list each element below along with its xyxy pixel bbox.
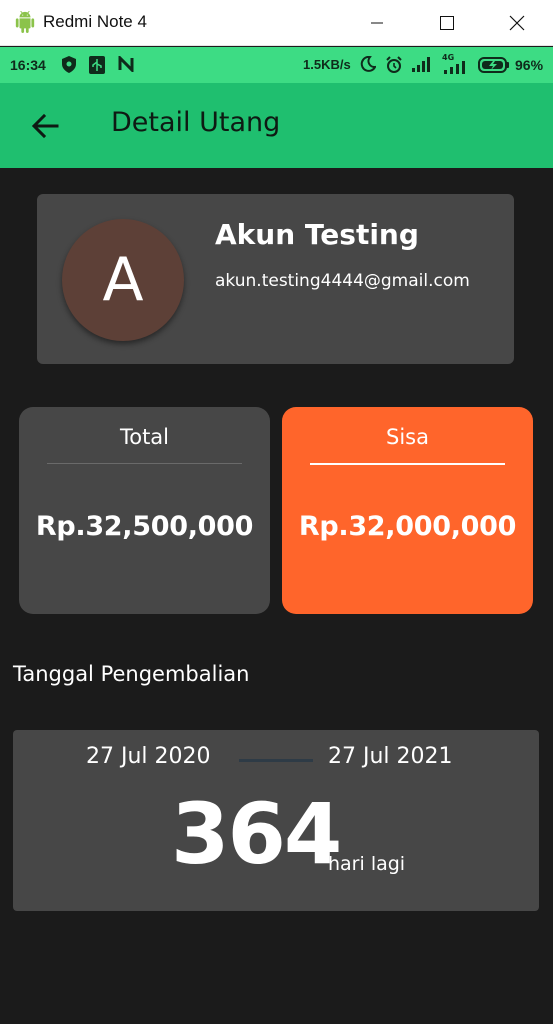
remaining-label: Sisa (386, 425, 429, 449)
remaining-amount-card: Sisa Rp.32,000,000 (282, 407, 533, 614)
return-date-heading: Tanggal Pengembalian (13, 662, 250, 686)
total-label: Total (119, 425, 170, 449)
profile-name: Akun Testing (215, 218, 419, 251)
remaining-value: Rp.32,000,000 (298, 511, 517, 542)
status-bar: 16:34 1.5KB/s 4G 96% (0, 47, 553, 83)
moon-icon (360, 56, 376, 72)
profile-email: akun.testing4444@gmail.com (215, 271, 470, 291)
signal-icon (412, 57, 430, 72)
total-divider (47, 463, 242, 464)
total-amount-card: Total Rp.32,500,000 (19, 407, 270, 614)
profile-card: A Akun Testing akun.testing4444@gmail.co… (37, 194, 514, 364)
avatar: A (62, 219, 184, 341)
start-date: 27 Jul 2020 (86, 744, 211, 769)
svg-text:4G: 4G (442, 53, 454, 62)
back-arrow-icon[interactable] (30, 111, 60, 141)
battery-percent: 96% (515, 57, 544, 73)
window-titlebar: Redmi Note 4 (0, 0, 553, 46)
total-value: Rp.32,500,000 (35, 511, 254, 542)
minimize-icon (371, 22, 383, 24)
signal-4g-icon: 4G (442, 53, 465, 74)
window-title: Redmi Note 4 (43, 12, 147, 31)
date-range-line (239, 759, 313, 762)
network-speed: 1.5KB/s (303, 57, 351, 72)
page-title: Detail Utang (111, 107, 281, 138)
minimize-button[interactable] (354, 0, 400, 46)
days-remaining-label: hari lagi (328, 853, 406, 875)
return-date-card: 27 Jul 2020 27 Jul 2021 364 hari lagi (13, 730, 539, 911)
battery-charging-icon (478, 57, 509, 73)
remaining-divider (310, 463, 505, 465)
status-time: 16:34 (10, 57, 46, 73)
android-icon (15, 11, 35, 33)
maximize-button[interactable] (424, 0, 470, 46)
maximize-icon (440, 16, 454, 30)
close-button[interactable] (494, 0, 540, 46)
notification-n-icon (118, 56, 134, 72)
alarm-icon (386, 56, 402, 73)
usb-icon (89, 56, 105, 74)
close-icon (509, 15, 525, 31)
shield-icon (62, 56, 76, 73)
end-date: 27 Jul 2021 (328, 744, 453, 769)
days-remaining: 364 (171, 785, 342, 883)
app-bar: Detail Utang (0, 83, 553, 168)
